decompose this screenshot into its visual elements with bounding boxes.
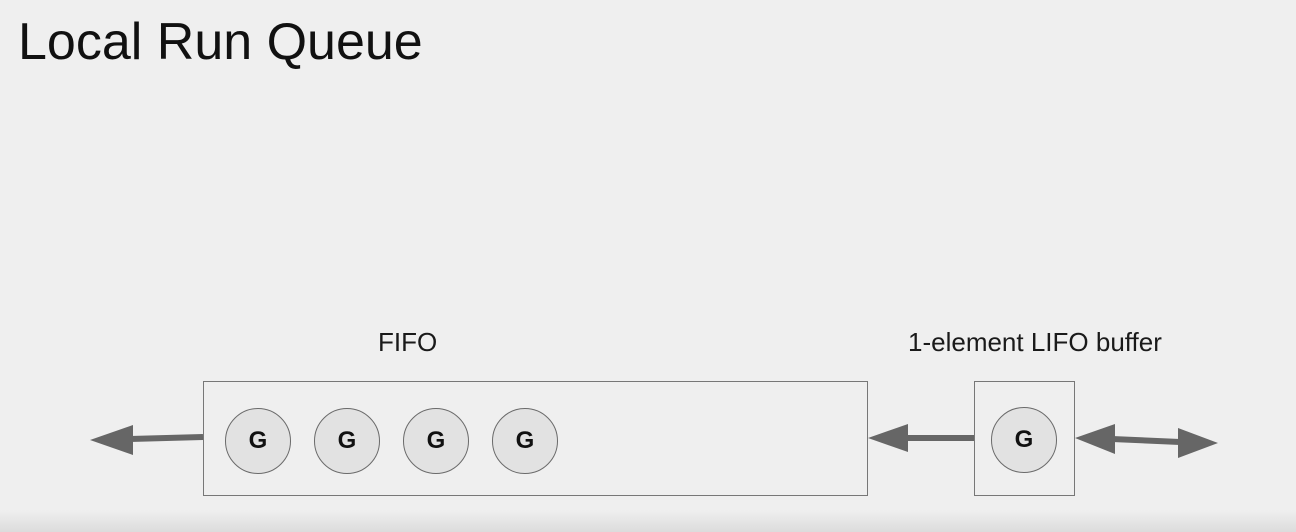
- dequeue-arrow: [90, 425, 204, 455]
- fifo-goroutine-1: G: [225, 408, 291, 474]
- lifo-to-fifo-arrow: [868, 424, 974, 452]
- lifo-buffer-label: 1-element LIFO buffer: [908, 327, 1162, 357]
- fifo-goroutine-3: G: [403, 408, 469, 474]
- lifo-goroutine: G: [991, 407, 1057, 473]
- fifo-label: FIFO: [378, 327, 438, 357]
- fifo-goroutine-4: G: [492, 408, 558, 474]
- slide-title: Local Run Queue: [18, 13, 423, 71]
- bottom-shade: [0, 510, 1296, 532]
- fifo-goroutine-2: G: [314, 408, 380, 474]
- lifo-bidirectional-arrow: [1075, 424, 1218, 458]
